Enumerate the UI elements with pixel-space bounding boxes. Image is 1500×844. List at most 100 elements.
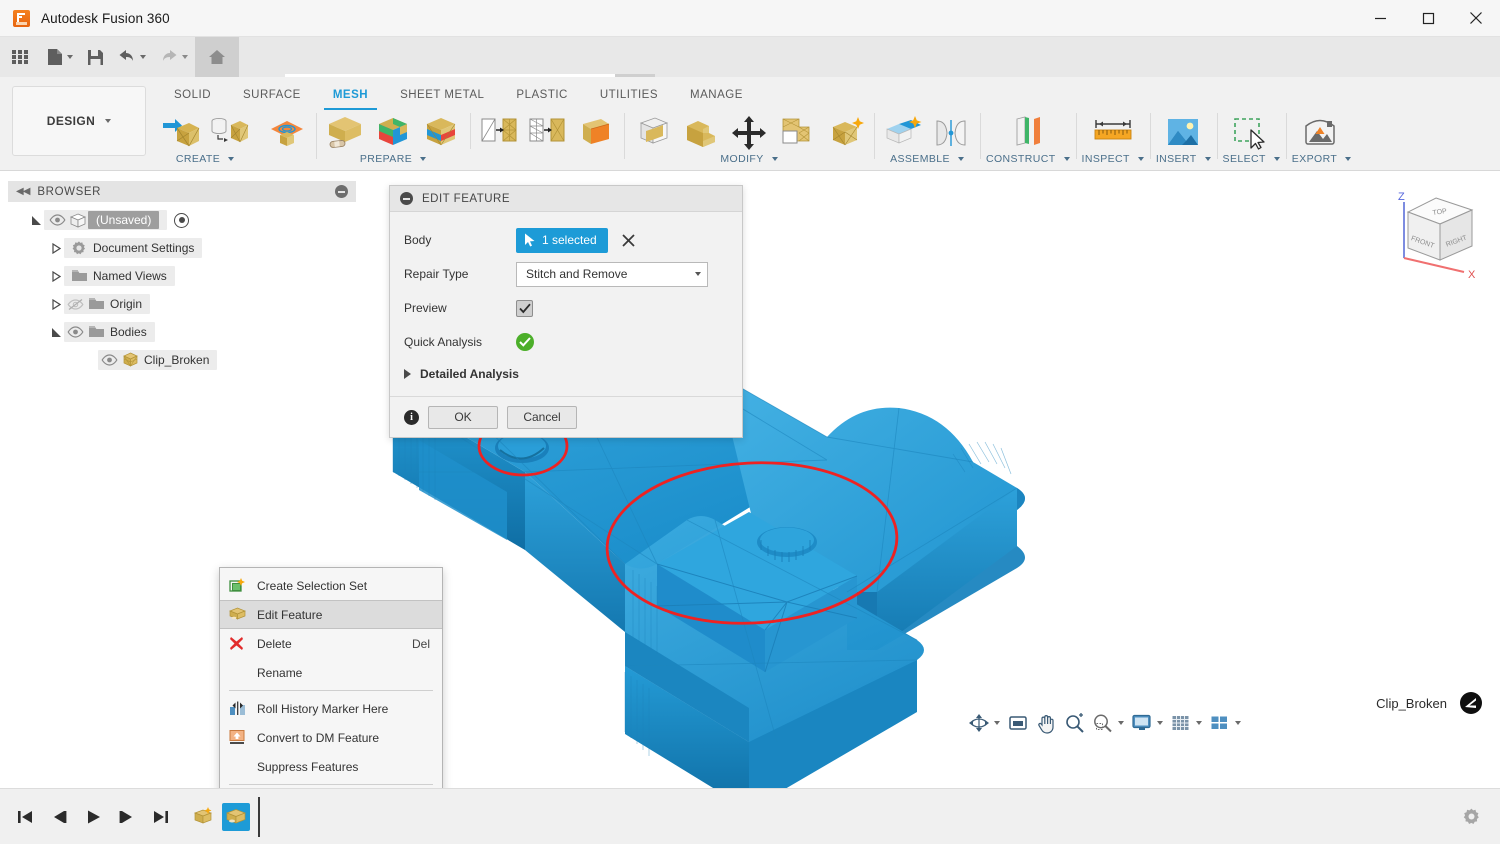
go-to-beginning-icon[interactable] [10,802,40,832]
repair-mesh-icon[interactable] [322,111,368,155]
workspace-selector[interactable]: DESIGN [12,86,146,156]
activate-component-radio[interactable] [174,212,190,228]
tab-surface[interactable]: SURFACE [227,84,317,106]
visibility-eye-icon[interactable] [98,354,120,366]
export-mesh-icon[interactable] [1298,111,1344,155]
mesh-from-body-icon[interactable] [206,111,252,155]
timeline-feature-mesh-insert[interactable] [190,803,218,831]
maximize-icon[interactable] [1404,0,1452,37]
panel-label-insert[interactable]: INSERT [1156,153,1211,165]
viewports-icon[interactable] [1206,710,1244,736]
reduce-icon[interactable] [524,111,570,155]
window-selection-icon[interactable] [1228,111,1274,155]
tab-solid[interactable]: SOLID [158,84,227,106]
tree-node-bodies[interactable]: Bodies [8,318,356,346]
new-component-icon[interactable] [880,111,926,155]
panel-label-text: CREATE [175,153,221,165]
expander-closed-icon[interactable] [48,298,64,310]
info-icon[interactable]: i [404,409,419,425]
panel-label-select[interactable]: SELECT [1223,153,1280,165]
menu-item-roll-history-marker-here[interactable]: Roll History Marker Here [220,694,442,723]
grid-snaps-icon[interactable] [1167,710,1205,736]
timeline-marker[interactable] [258,796,260,837]
redo-icon[interactable] [153,37,195,77]
panel-label-construct[interactable]: CONSTRUCT [986,153,1070,165]
cancel-button[interactable]: Cancel [507,405,577,429]
zoom-icon[interactable] [1061,710,1088,736]
home-icon[interactable] [195,37,239,77]
viewcube[interactable]: Z X TOP FRONT RIGHT [1390,184,1490,284]
orbit-icon[interactable] [965,710,1003,736]
fit-view-icon[interactable] [1004,710,1032,736]
collapse-icon[interactable] [400,192,413,205]
expander-closed-icon[interactable] [48,242,64,254]
visibility-eye-icon[interactable] [64,326,86,338]
joint-icon[interactable] [928,111,974,155]
visibility-eye-hidden-icon[interactable] [64,298,86,311]
panel-label-modify[interactable]: MODIFY [720,153,778,165]
tree-node-named-views[interactable]: Named Views [8,262,356,290]
separate-icon[interactable] [822,111,868,155]
offset-plane-icon[interactable] [1005,111,1051,155]
visibility-eye-icon[interactable] [46,214,68,226]
minimize-panel-icon[interactable] [335,185,348,198]
menu-item-edit-feature[interactable]: Edit Feature [220,600,442,629]
step-forward-icon[interactable] [112,802,142,832]
create-mesh-icon[interactable] [158,111,204,155]
tab-manage[interactable]: MANAGE [674,84,759,106]
body-selection-pill[interactable]: 1 selected [516,227,608,253]
menu-item-delete[interactable]: Delete Del [220,629,442,658]
expander-open-icon[interactable] [48,327,64,338]
tree-node-clip-broken[interactable]: Clip_Broken [8,346,356,374]
panel-label-inspect[interactable]: INSPECT [1082,153,1144,165]
timeline-feature-repair-mesh[interactable] [222,802,250,831]
measure-ruler-icon[interactable] [1090,111,1136,155]
menu-item-suppress-features[interactable]: Suppress Features [220,752,442,781]
tab-mesh[interactable]: MESH [317,84,384,110]
panel-label-assemble[interactable]: ASSEMBLE [890,153,964,165]
display-settings-icon[interactable] [1128,710,1166,736]
tab-sheet-metal[interactable]: SHEET METAL [384,84,500,106]
mesh-section-sketch-icon[interactable] [264,111,310,155]
close-icon[interactable] [618,229,640,251]
panel-label-prepare[interactable]: PREPARE [360,153,427,165]
delete-faces-icon[interactable] [774,111,820,155]
detailed-analysis-disclosure[interactable]: Detailed Analysis [390,359,742,387]
ok-button[interactable]: OK [428,405,498,429]
tab-utilities[interactable]: UTILITIES [584,84,674,106]
segment-mesh-icon[interactable] [370,111,416,155]
insert-image-icon[interactable] [1160,111,1206,155]
gear-icon[interactable] [1460,806,1482,828]
play-icon[interactable] [78,802,108,832]
make-closed-mesh-icon[interactable] [572,111,618,155]
plane-cut-icon[interactable] [630,111,676,155]
collapse-left-icon[interactable]: ◀◀ [16,186,30,197]
menu-item-create-selection-set[interactable]: Create Selection Set [220,571,442,600]
repair-type-dropdown[interactable]: Stitch and Remove [516,261,708,287]
pan-hand-icon[interactable] [1033,710,1060,736]
expander-closed-icon[interactable] [48,270,64,282]
expander-open-icon[interactable] [28,215,44,226]
menu-item-rename[interactable]: Rename [220,658,442,687]
panel-label-create[interactable]: CREATE [175,153,235,165]
zoom-window-icon[interactable] [1089,710,1127,736]
tree-node-document-settings[interactable]: Document Settings [8,234,356,262]
close-icon[interactable] [1452,0,1500,37]
tree-node-unsaved[interactable]: (Unsaved) [8,206,356,234]
grid-apps-icon[interactable] [0,37,40,77]
move-copy-icon[interactable] [726,111,772,155]
menu-item-convert-to-dm-feature[interactable]: Convert to DM Feature [220,723,442,752]
save-icon[interactable] [80,37,111,77]
step-back-icon[interactable] [44,802,74,832]
preview-checkbox[interactable] [516,299,533,317]
tab-plastic[interactable]: PLASTIC [500,84,583,106]
tree-node-origin[interactable]: Origin [8,290,356,318]
combine-icon[interactable] [678,111,724,155]
undo-icon[interactable] [111,37,153,77]
new-file-icon[interactable] [40,37,80,77]
minimize-icon[interactable] [1356,0,1404,37]
go-to-end-icon[interactable] [146,802,176,832]
remesh-icon[interactable] [476,111,522,155]
panel-label-export[interactable]: EXPORT [1292,153,1352,165]
generate-face-groups-icon[interactable] [418,111,464,155]
